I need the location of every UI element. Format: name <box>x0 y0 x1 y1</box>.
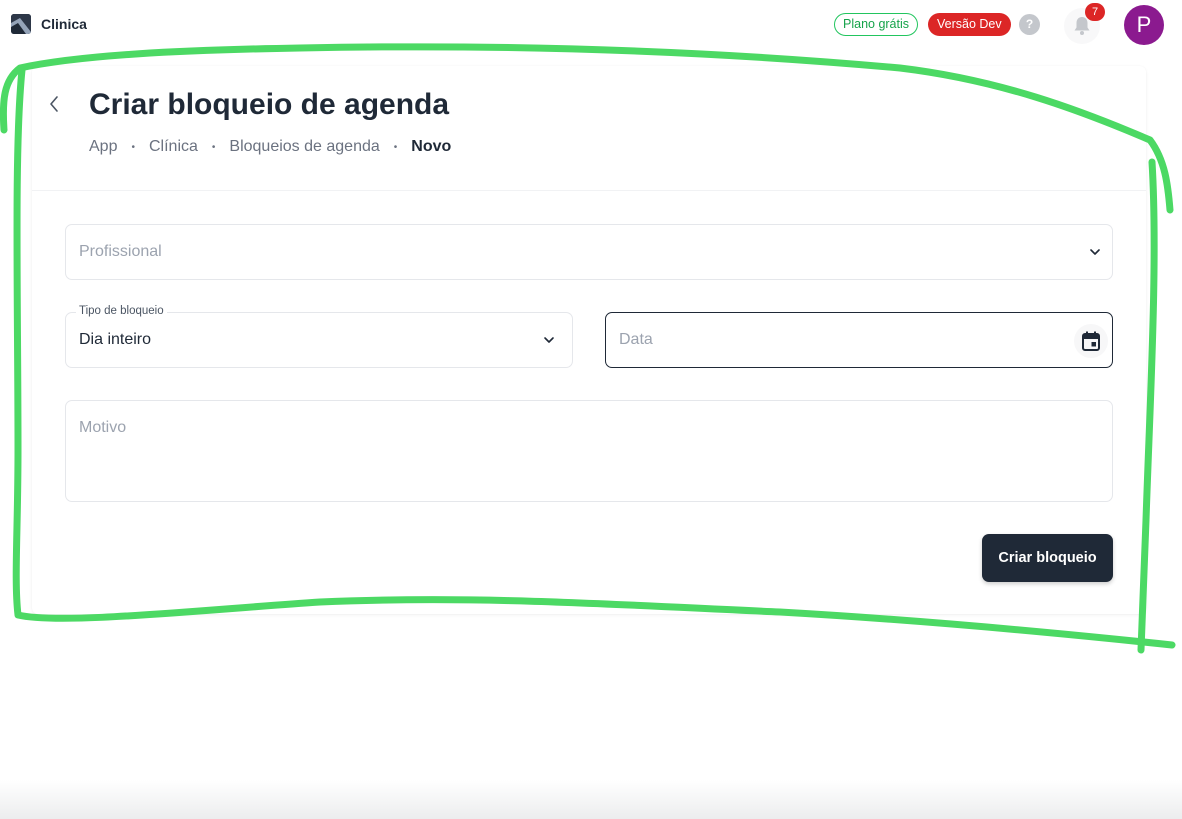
env-badge: Versão Dev <box>928 13 1011 36</box>
block-type-label: Tipo de bloqueio <box>76 305 167 317</box>
date-input[interactable]: Data <box>605 312 1113 368</box>
chevron-down-icon <box>1090 249 1100 255</box>
brand[interactable]: Clinica <box>11 14 87 34</box>
breadcrumb-clinic[interactable]: Clínica <box>149 138 198 156</box>
calendar-icon <box>1082 331 1100 351</box>
date-placeholder: Data <box>619 331 653 348</box>
avatar[interactable]: P <box>1124 5 1164 45</box>
page-title: Criar bloqueio de agenda <box>89 88 450 121</box>
plan-badge[interactable]: Plano grátis <box>834 13 919 36</box>
calendar-button[interactable] <box>1074 324 1108 358</box>
breadcrumb-app[interactable]: App <box>89 138 117 156</box>
chevron-left-icon[interactable] <box>46 94 62 114</box>
breadcrumb: App • Clínica • Bloqueios de agenda • No… <box>89 138 451 156</box>
notification-count-badge: 7 <box>1085 3 1105 21</box>
block-type-value: Dia inteiro <box>79 331 152 348</box>
chevron-down-icon <box>544 337 554 343</box>
help-icon[interactable]: ? <box>1019 14 1040 35</box>
reason-textarea[interactable]: Motivo <box>65 400 1113 502</box>
bottom-shadow <box>0 780 1182 819</box>
header-divider <box>32 190 1146 191</box>
app-name: Clinica <box>41 16 87 32</box>
app-logo-icon <box>11 14 31 34</box>
professional-select[interactable]: Profissional <box>65 224 1113 280</box>
top-bar: Clinica Plano grátis Versão Dev ? 7 P <box>0 0 1182 50</box>
reason-placeholder: Motivo <box>79 419 127 436</box>
breadcrumb-schedule-blocks[interactable]: Bloqueios de agenda <box>229 138 379 156</box>
create-block-button[interactable]: Criar bloqueio <box>982 534 1113 582</box>
breadcrumb-separator: • <box>131 141 135 153</box>
breadcrumb-separator: • <box>393 141 398 153</box>
professional-placeholder: Profissional <box>79 243 162 260</box>
block-type-select[interactable]: Dia inteiro <box>65 312 573 368</box>
breadcrumb-current: Novo <box>411 138 452 155</box>
breadcrumb-separator: • <box>211 141 216 153</box>
